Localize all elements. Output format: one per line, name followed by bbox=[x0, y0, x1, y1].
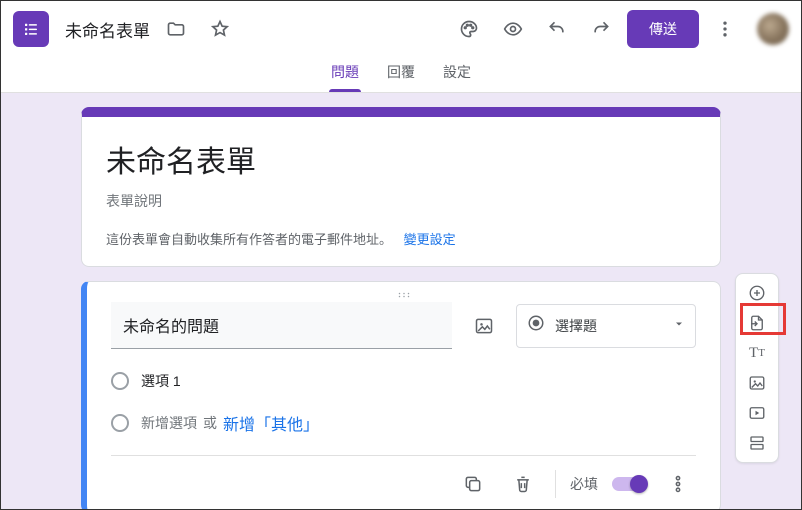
add-section-icon[interactable] bbox=[739, 428, 775, 458]
add-photo-icon[interactable] bbox=[739, 368, 775, 398]
question-title-input[interactable] bbox=[111, 302, 452, 349]
form-description[interactable]: 表單說明 bbox=[106, 191, 696, 211]
add-image-icon[interactable] bbox=[466, 308, 502, 344]
option-radio-icon bbox=[111, 414, 129, 432]
question-type-select[interactable]: 選擇題 bbox=[516, 304, 696, 348]
required-label: 必填 bbox=[570, 474, 598, 494]
palette-icon[interactable] bbox=[451, 11, 487, 47]
tab-questions[interactable]: 問題 bbox=[331, 62, 359, 92]
more-icon[interactable] bbox=[707, 11, 743, 47]
drag-handle-icon[interactable] bbox=[111, 282, 696, 296]
option-row[interactable]: 選項 1 bbox=[111, 371, 696, 391]
add-question-icon[interactable] bbox=[739, 278, 775, 308]
redo-icon[interactable] bbox=[583, 11, 619, 47]
star-icon[interactable] bbox=[202, 11, 238, 47]
editor-tabs: 問題 回覆 設定 bbox=[1, 57, 801, 93]
email-note-text: 這份表單會自動收集所有作答者的電子郵件地址。 bbox=[106, 232, 392, 247]
add-video-icon[interactable] bbox=[739, 398, 775, 428]
side-toolbar: TT bbox=[735, 273, 779, 463]
tab-responses[interactable]: 回覆 bbox=[387, 62, 415, 92]
app-header: 未命名表單 傳送 bbox=[1, 1, 801, 57]
workspace: 未命名表單 表單說明 這份表單會自動收集所有作答者的電子郵件地址。 變更設定 bbox=[1, 93, 801, 509]
folder-icon[interactable] bbox=[158, 11, 194, 47]
option-radio-icon bbox=[111, 372, 129, 390]
question-footer: 必填 bbox=[111, 455, 696, 502]
duplicate-icon[interactable] bbox=[455, 466, 491, 502]
send-button[interactable]: 傳送 bbox=[627, 10, 699, 48]
or-text: 或 bbox=[203, 413, 217, 433]
document-title[interactable]: 未命名表單 bbox=[65, 17, 150, 42]
import-questions-icon[interactable] bbox=[739, 308, 775, 338]
add-option-row: 新增選項 或 新增「其他」 bbox=[111, 411, 696, 435]
question-more-icon[interactable] bbox=[660, 466, 696, 502]
chevron-down-icon bbox=[673, 317, 685, 335]
email-collection-note: 這份表單會自動收集所有作答者的電子郵件地址。 變更設定 bbox=[106, 229, 696, 248]
preview-icon[interactable] bbox=[495, 11, 531, 47]
question-type-label: 選擇題 bbox=[555, 316, 663, 336]
radio-icon bbox=[527, 314, 545, 337]
forms-logo-icon[interactable] bbox=[13, 11, 49, 47]
add-other-link[interactable]: 新增「其他」 bbox=[223, 411, 319, 435]
add-option-text[interactable]: 新增選項 bbox=[141, 413, 197, 433]
form-title[interactable]: 未命名表單 bbox=[106, 137, 696, 181]
add-title-icon[interactable]: TT bbox=[739, 338, 775, 368]
tab-settings[interactable]: 設定 bbox=[443, 62, 471, 92]
form-header-card[interactable]: 未命名表單 表單說明 這份表單會自動收集所有作答者的電子郵件地址。 變更設定 bbox=[81, 107, 721, 267]
required-toggle[interactable] bbox=[612, 477, 646, 491]
divider bbox=[555, 470, 556, 498]
question-card[interactable]: 選擇題 選項 1 新增選項 或 新增「其他」 bbox=[81, 281, 721, 509]
undo-icon[interactable] bbox=[539, 11, 575, 47]
change-settings-link[interactable]: 變更設定 bbox=[404, 232, 456, 247]
delete-icon[interactable] bbox=[505, 466, 541, 502]
option-text[interactable]: 選項 1 bbox=[141, 371, 181, 391]
account-avatar[interactable] bbox=[757, 13, 789, 45]
